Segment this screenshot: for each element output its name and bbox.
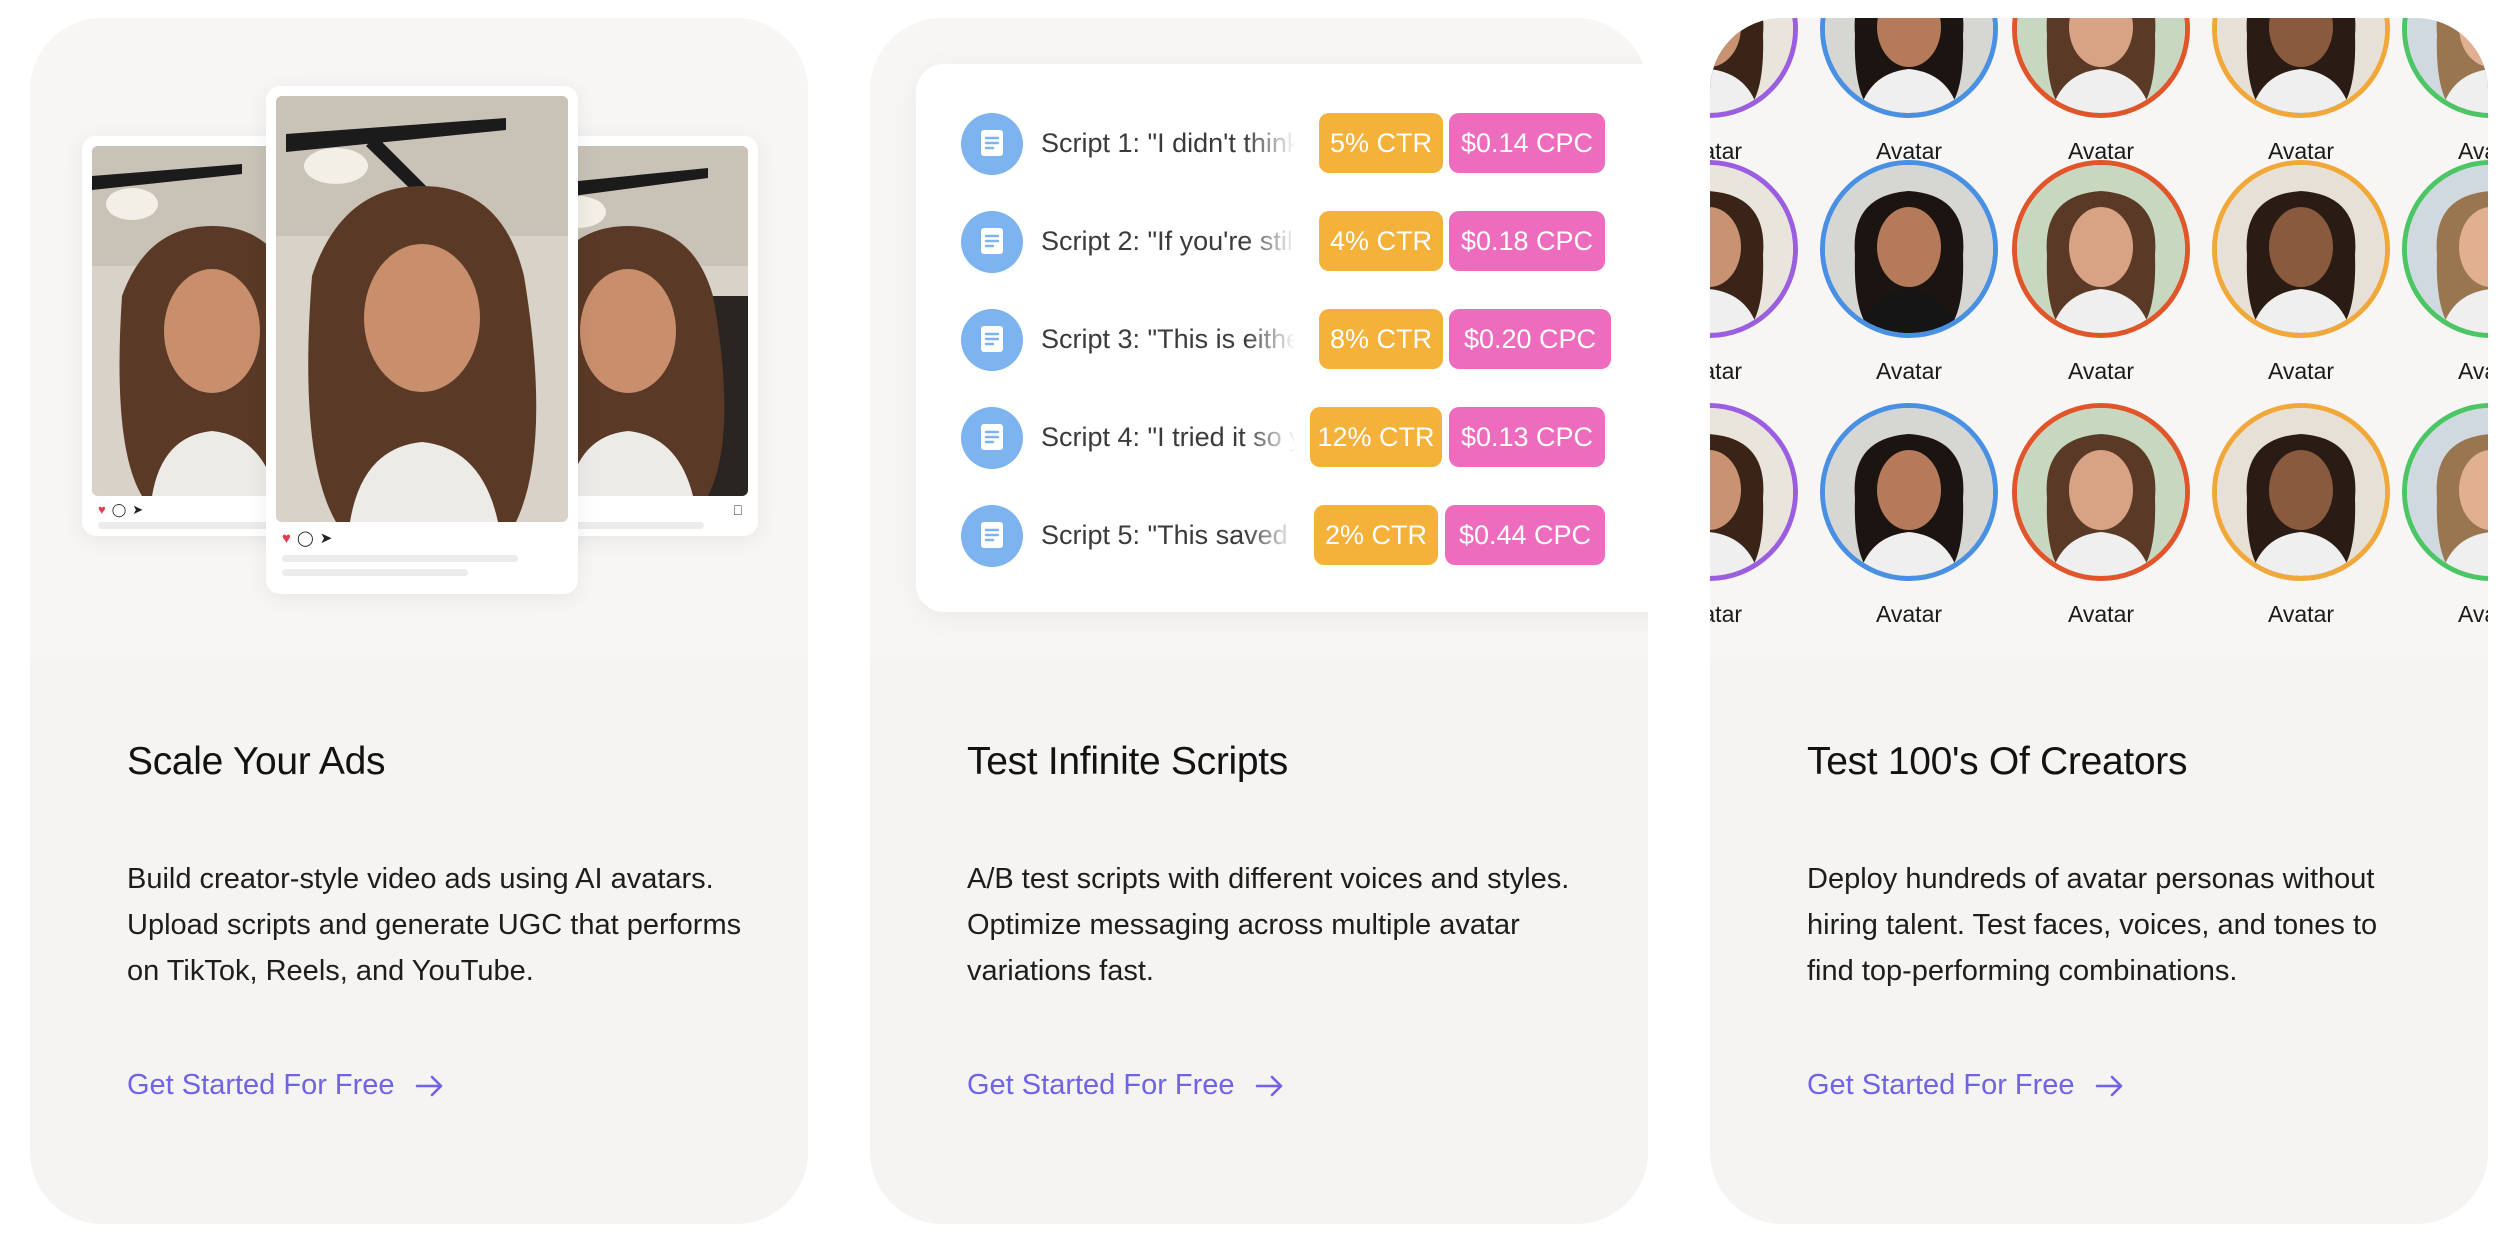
ctr-badge: 12% CTR [1310,407,1442,467]
get-started-link[interactable]: Get Started For Free [1807,1069,2125,1102]
script-row[interactable]: Script 4: "I tried it so y 12% CTR $0.13… [961,407,1648,469]
cpc-badge: $0.13 CPC [1449,407,1605,467]
card-title: Scale Your Ads [127,740,386,783]
avatar-option[interactable]: Avatar [2402,403,2488,633]
avatar-label: Avatar [2067,601,2135,627]
avatar-option[interactable]: Avatar [2012,403,2190,633]
post-actions: ♥ ◯ ➤ [282,531,333,546]
test-scripts-card: Script 1: "I didn't think 5% CTR $0.14 C… [870,18,1648,1224]
arrow-right-icon [1255,1075,1282,1096]
avatar-option[interactable]: Avatar [1820,160,1998,390]
document-icon [961,505,1023,567]
avatar-option[interactable]: Avatar [1820,403,1998,633]
social-post-center: ♥ ◯ ➤ [266,86,578,594]
script-text: Script 2: "If you're still [1041,226,1296,256]
avatar-photo [2012,18,2190,118]
avatar-option[interactable]: Avatar [2212,18,2390,170]
avatar-option[interactable]: Avatar [2012,18,2190,170]
avatar-photo [2402,403,2488,581]
test-creators-card: AvatarAvatarAvatarAvatarAvatarAvatarAvat… [1710,18,2488,1224]
cta-label: Get Started For Free [127,1069,395,1101]
avatar-option[interactable]: Avatar [2212,403,2390,633]
script-text: Script 1: "I didn't think [1041,128,1296,158]
document-icon [961,407,1023,469]
avatar-photo [2212,160,2390,338]
avatar-label: Avatar [2457,601,2488,627]
cpc-badge: $0.20 CPC [1449,309,1611,369]
card-description: A/B test scripts with different voices a… [967,863,1570,987]
document-icon [961,211,1023,273]
ctr-badge: 8% CTR [1319,309,1443,369]
script-row[interactable]: Script 5: "This saved m 2% CTR $0.44 CPC [961,505,1648,567]
ctr-badge: 5% CTR [1319,113,1443,173]
share-icon[interactable]: ➤ [320,531,333,546]
avatar-option[interactable]: Avatar [2402,18,2488,170]
avatar-option[interactable]: Avatar [2402,160,2488,390]
heart-icon[interactable]: ♥ [98,503,106,517]
ugc-posts-illustration: ♥ ◯ ➤ ♥ ◯ [30,18,808,658]
arrow-right-icon [415,1075,442,1096]
avatar-option[interactable]: Avatar [1820,18,1998,170]
ctr-badge: 2% CTR [1314,505,1438,565]
cpc-badge: $0.14 CPC [1449,113,1605,173]
avatar-photo [2402,18,2488,118]
comment-icon[interactable]: ◯ [297,531,314,546]
avatar-option[interactable]: Avatar [1710,18,1798,170]
get-started-link[interactable]: Get Started For Free [967,1069,1285,1102]
card-title: Test 100's Of Creators [1807,740,2188,783]
cpc-badge: $0.18 CPC [1449,211,1605,271]
avatar-label: Avatar [2067,358,2135,384]
scale-ads-card: ♥ ◯ ➤ ♥ ◯ [30,18,808,1224]
avatar-photo [2012,403,2190,581]
avatar-photo [1710,160,1798,338]
avatar-photo [2402,160,2488,338]
avatar-label: Avatar [2267,601,2335,627]
avatar-option[interactable]: Avatar [2012,160,2190,390]
script-row[interactable]: Script 3: "This is either 8% CTR $0.20 C… [961,309,1648,371]
cta-label: Get Started For Free [1807,1069,2075,1101]
script-text: Script 5: "This saved m [1041,520,1296,550]
avatar-photo [2212,18,2390,118]
script-text: Script 4: "I tried it so y [1041,422,1296,452]
script-row[interactable]: Script 2: "If you're still 4% CTR $0.18 … [961,211,1648,273]
bookmark-icon[interactable]: ⎕ [734,502,742,519]
card-description: Build creator-style video ads using AI a… [127,863,742,987]
avatar-photo [2012,160,2190,338]
scripts-panel: Script 1: "I didn't think 5% CTR $0.14 C… [916,64,1648,612]
avatar-option[interactable]: Avatar [2212,160,2390,390]
script-text: Script 3: "This is either [1041,324,1296,354]
avatar-photo [1710,403,1798,581]
creator-photo [276,96,568,522]
avatar-photo [1820,18,1998,118]
avatar-option[interactable]: Avatar [1710,403,1798,633]
share-icon[interactable]: ➤ [132,503,143,517]
card-description: Deploy hundreds of avatar personas witho… [1807,863,2378,987]
avatar-label: Avatar [1875,358,1943,384]
cpc-badge: $0.44 CPC [1445,505,1605,565]
scripts-illustration: Script 1: "I didn't think 5% CTR $0.14 C… [870,18,1648,658]
script-row[interactable]: Script 1: "I didn't think 5% CTR $0.14 C… [961,113,1648,175]
cta-label: Get Started For Free [967,1069,1235,1101]
card-title: Test Infinite Scripts [967,740,1288,783]
avatar-photo [1710,18,1798,118]
heart-icon[interactable]: ♥ [282,531,291,546]
avatar-photo [2212,403,2390,581]
avatar-photo [1820,403,1998,581]
document-icon [961,113,1023,175]
post-actions: ♥ ◯ ➤ [98,503,143,517]
arrow-right-icon [2095,1075,2122,1096]
comment-icon[interactable]: ◯ [112,503,127,517]
avatar-option[interactable]: Avatar [1710,160,1798,390]
avatar-label: Avatar [1875,601,1943,627]
avatar-photo [1820,160,1998,338]
ctr-badge: 4% CTR [1319,211,1443,271]
get-started-link[interactable]: Get Started For Free [127,1069,445,1102]
avatar-label: Avatar [2267,358,2335,384]
avatars-grid: AvatarAvatarAvatarAvatarAvatarAvatarAvat… [1710,18,2488,658]
document-icon [961,309,1023,371]
avatar-label: Avatar [2457,358,2488,384]
